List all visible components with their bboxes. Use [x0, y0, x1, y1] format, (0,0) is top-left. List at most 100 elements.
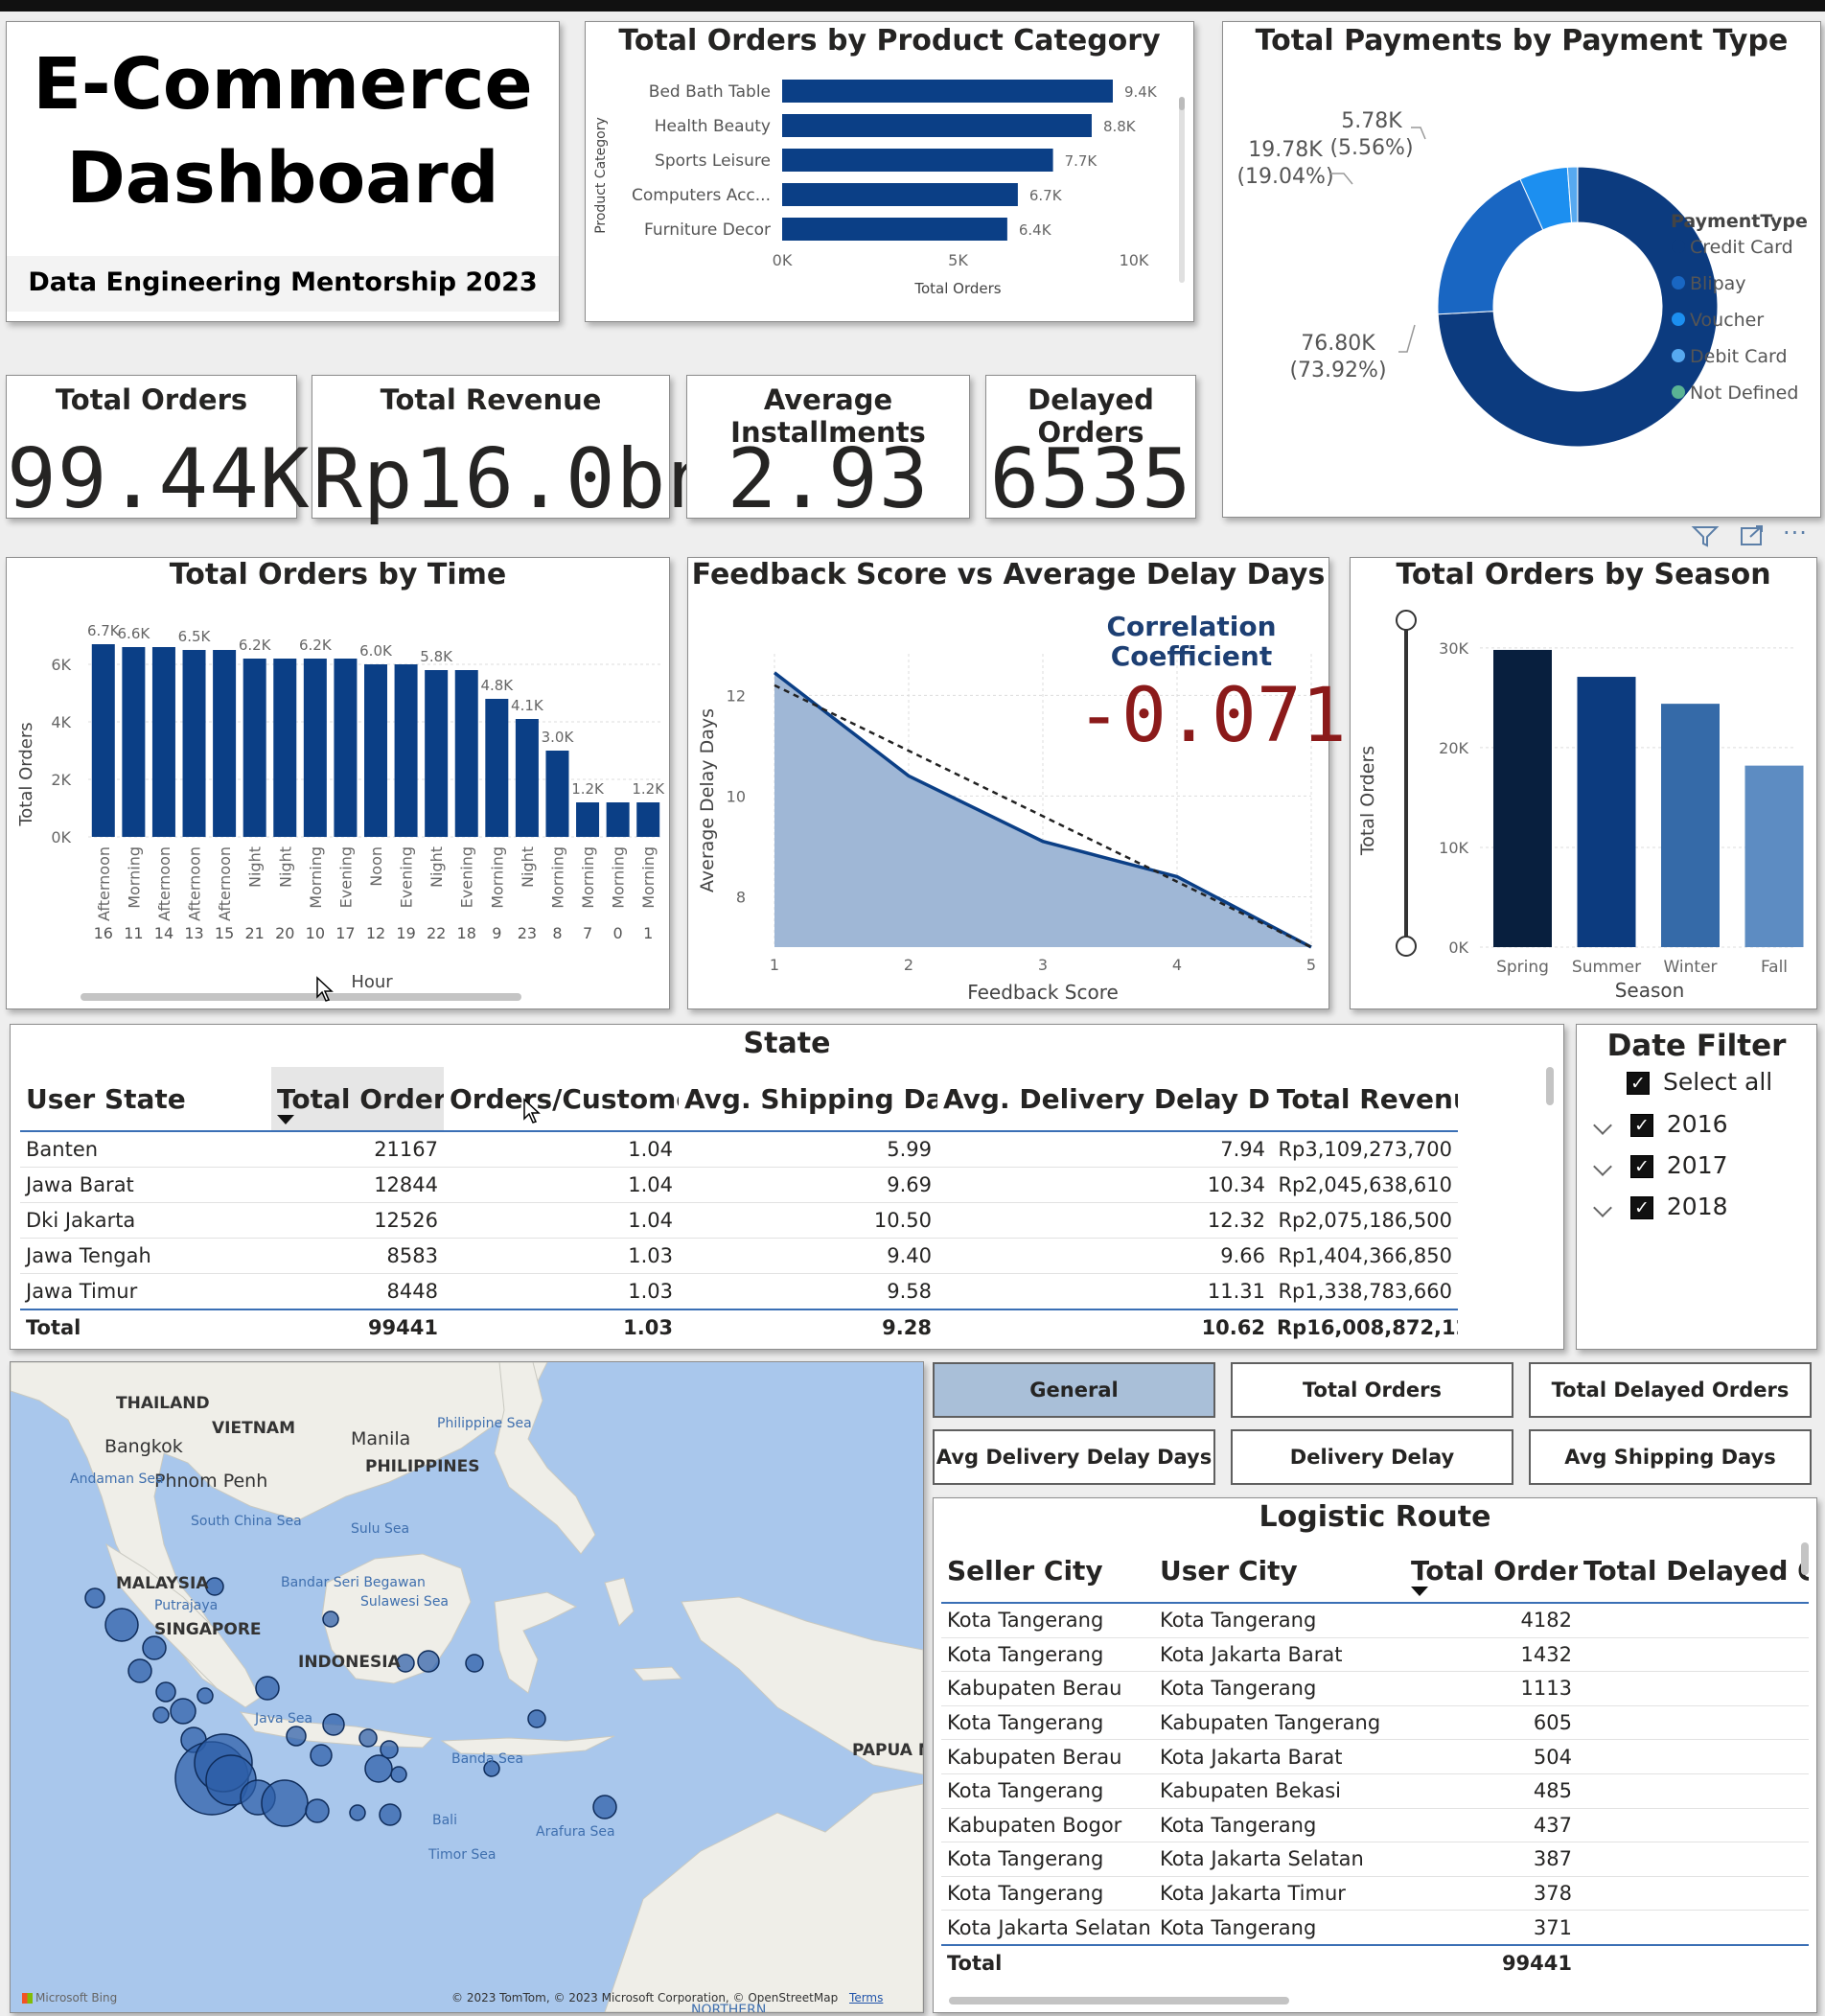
table-row[interactable]: Kabupaten Bogor Kota Tangerang 437	[941, 1808, 1809, 1843]
checkbox-icon[interactable]: ✓	[1629, 1155, 1653, 1178]
filter-icon[interactable]	[1691, 523, 1720, 552]
table-row[interactable]: Kota Jakarta Selatan Kota Tangerang 371	[941, 1910, 1809, 1946]
map-bubble[interactable]	[527, 1709, 546, 1728]
legend-marker[interactable]	[1672, 276, 1685, 290]
scroll-track[interactable]	[1179, 97, 1185, 283]
chevron-down-icon[interactable]	[1593, 1116, 1612, 1135]
legend-label[interactable]: Debit Card	[1690, 346, 1788, 367]
map-bubble[interactable]	[196, 1687, 214, 1704]
bar[interactable]	[485, 699, 509, 837]
map-bubble[interactable]	[364, 1754, 393, 1783]
legend-label[interactable]: Credit Card	[1690, 237, 1793, 258]
legend-label[interactable]: Voucher	[1690, 310, 1764, 331]
bar[interactable]	[454, 670, 478, 837]
table-row[interactable]: Kota Tangerang Kabupaten Tangerang 605	[941, 1705, 1809, 1741]
map-bubble[interactable]	[127, 1658, 152, 1683]
map-bubble[interactable]	[104, 1608, 139, 1642]
bar[interactable]	[91, 644, 115, 837]
bar[interactable]	[394, 664, 418, 837]
checkbox-icon[interactable]: ✓	[1627, 1072, 1650, 1095]
legend-label[interactable]: Blipay	[1690, 273, 1746, 294]
chevron-down-icon[interactable]	[1593, 1157, 1612, 1176]
y-axis-range-slider[interactable]	[1395, 610, 1418, 957]
horizontal-scrollbar[interactable]	[949, 1997, 1289, 2004]
bar[interactable]	[515, 719, 539, 837]
bar[interactable]	[243, 659, 266, 837]
total-orders-button[interactable]: Total Orders	[1231, 1362, 1513, 1418]
map-bubble[interactable]	[349, 1804, 366, 1821]
table-row[interactable]: Kota Tangerang Kota Tangerang 4182	[941, 1603, 1809, 1638]
horizontal-scrollbar[interactable]	[81, 993, 521, 1001]
bar[interactable]	[1493, 649, 1552, 947]
avg-delivery-delay-days-button[interactable]: Avg Delivery Delay Days	[933, 1429, 1215, 1485]
table-row[interactable]: Jawa Barat 12844 1.04 9.69 10.34 Rp2,045,638,…	[20, 1167, 1458, 1203]
table-row[interactable]: Kabupaten Berau Kota Jakarta Barat 504	[941, 1739, 1809, 1774]
map-bubble[interactable]	[417, 1650, 440, 1673]
bar[interactable]	[576, 802, 600, 837]
legend-marker[interactable]	[1672, 385, 1685, 399]
bar[interactable]	[782, 183, 1018, 206]
map-bubble[interactable]	[205, 1577, 224, 1596]
more-options-icon[interactable]: ···	[1783, 520, 1808, 546]
bar[interactable]	[782, 114, 1092, 137]
map-bubble[interactable]	[255, 1676, 280, 1701]
col-total-delayed-orders[interactable]: Total Delayed O	[1578, 1539, 1809, 1604]
legend-marker[interactable]	[1672, 349, 1685, 362]
vertical-scrollbar[interactable]	[1801, 1542, 1809, 1575]
col-user-state[interactable]: User State	[20, 1067, 271, 1132]
col-avg-shipping-days[interactable]: Avg. Shipping Days	[679, 1067, 937, 1132]
map-bubble[interactable]	[261, 1779, 309, 1827]
table-row[interactable]: Kota Tangerang Kota Jakarta Barat 1432	[941, 1637, 1809, 1673]
checkbox-icon[interactable]: ✓	[1629, 1196, 1653, 1219]
general-button[interactable]: General	[933, 1362, 1215, 1418]
map-bubble[interactable]	[379, 1803, 402, 1826]
col-avg-delivery-delay-days[interactable]: Avg. Delivery Delay Days	[937, 1067, 1271, 1132]
map-bubble[interactable]	[155, 1681, 176, 1703]
map-bubble[interactable]	[152, 1706, 170, 1724]
bar[interactable]	[182, 650, 206, 837]
map-bubble[interactable]	[380, 1740, 399, 1759]
map-bubble[interactable]	[465, 1654, 484, 1673]
donut-slice[interactable]	[1437, 178, 1544, 315]
table-row[interactable]: Banten 21167 1.04 5.99 7.94 Rp3,109,273,700	[20, 1131, 1458, 1168]
col-total-orders[interactable]: Total Orders	[271, 1067, 444, 1132]
vertical-scrollbar[interactable]	[1546, 1067, 1554, 1105]
date-filter-2017[interactable]: ✓ 2017	[1593, 1150, 1728, 1181]
bar[interactable]	[545, 751, 569, 837]
map-bubble[interactable]	[322, 1610, 339, 1628]
table-row[interactable]: Dki Jakarta 12526 1.04 10.50 12.32 Rp2,075,18…	[20, 1202, 1458, 1239]
bar[interactable]	[151, 647, 175, 837]
col-orders-per-customer[interactable]: Orders/Customer	[444, 1067, 679, 1132]
map-bubble[interactable]	[322, 1713, 345, 1736]
map-bubble[interactable]	[390, 1766, 407, 1783]
order-map[interactable]: THAILANDVIETNAM Bangkok Phnom Penh Manila PH…	[11, 1362, 923, 2012]
checkbox-icon[interactable]: ✓	[1629, 1114, 1653, 1137]
sort-desc-icon[interactable]	[277, 1115, 294, 1124]
legend-marker[interactable]	[1672, 313, 1685, 326]
map-bubble[interactable]	[142, 1635, 167, 1660]
total-delayed-orders-button[interactable]: Total Delayed Orders	[1529, 1362, 1812, 1418]
legend-marker[interactable]	[1672, 240, 1685, 253]
bar[interactable]	[213, 650, 237, 837]
bar[interactable]	[782, 218, 1007, 241]
bar[interactable]	[273, 659, 297, 837]
table-row[interactable]: Kota Tangerang Kabupaten Bekasi 485	[941, 1773, 1809, 1809]
map-bubble[interactable]	[592, 1795, 617, 1819]
map-bubble[interactable]	[286, 1726, 307, 1747]
legend-label[interactable]: Not Defined	[1690, 382, 1798, 404]
col-user-city[interactable]: User City	[1154, 1539, 1405, 1604]
bar[interactable]	[303, 659, 327, 837]
bar[interactable]	[1577, 677, 1636, 947]
bar[interactable]	[606, 802, 630, 837]
map-bubble[interactable]	[170, 1698, 196, 1725]
bar[interactable]	[425, 670, 449, 837]
bar[interactable]	[636, 802, 660, 837]
bar[interactable]	[334, 659, 358, 837]
bar[interactable]	[1661, 704, 1720, 947]
scroll-thumb[interactable]	[1179, 97, 1185, 110]
delivery-delay-days-per-order-button[interactable]: Delivery Delay Days/Order	[1231, 1429, 1513, 1520]
date-filter-2016[interactable]: ✓ 2016	[1593, 1109, 1728, 1140]
slider-handle-top[interactable]	[1396, 610, 1417, 631]
table-row[interactable]: Jawa Timur 8448 1.03 9.58 11.31 Rp1,338,783,6…	[20, 1273, 1458, 1310]
map-bubble[interactable]	[84, 1587, 105, 1609]
